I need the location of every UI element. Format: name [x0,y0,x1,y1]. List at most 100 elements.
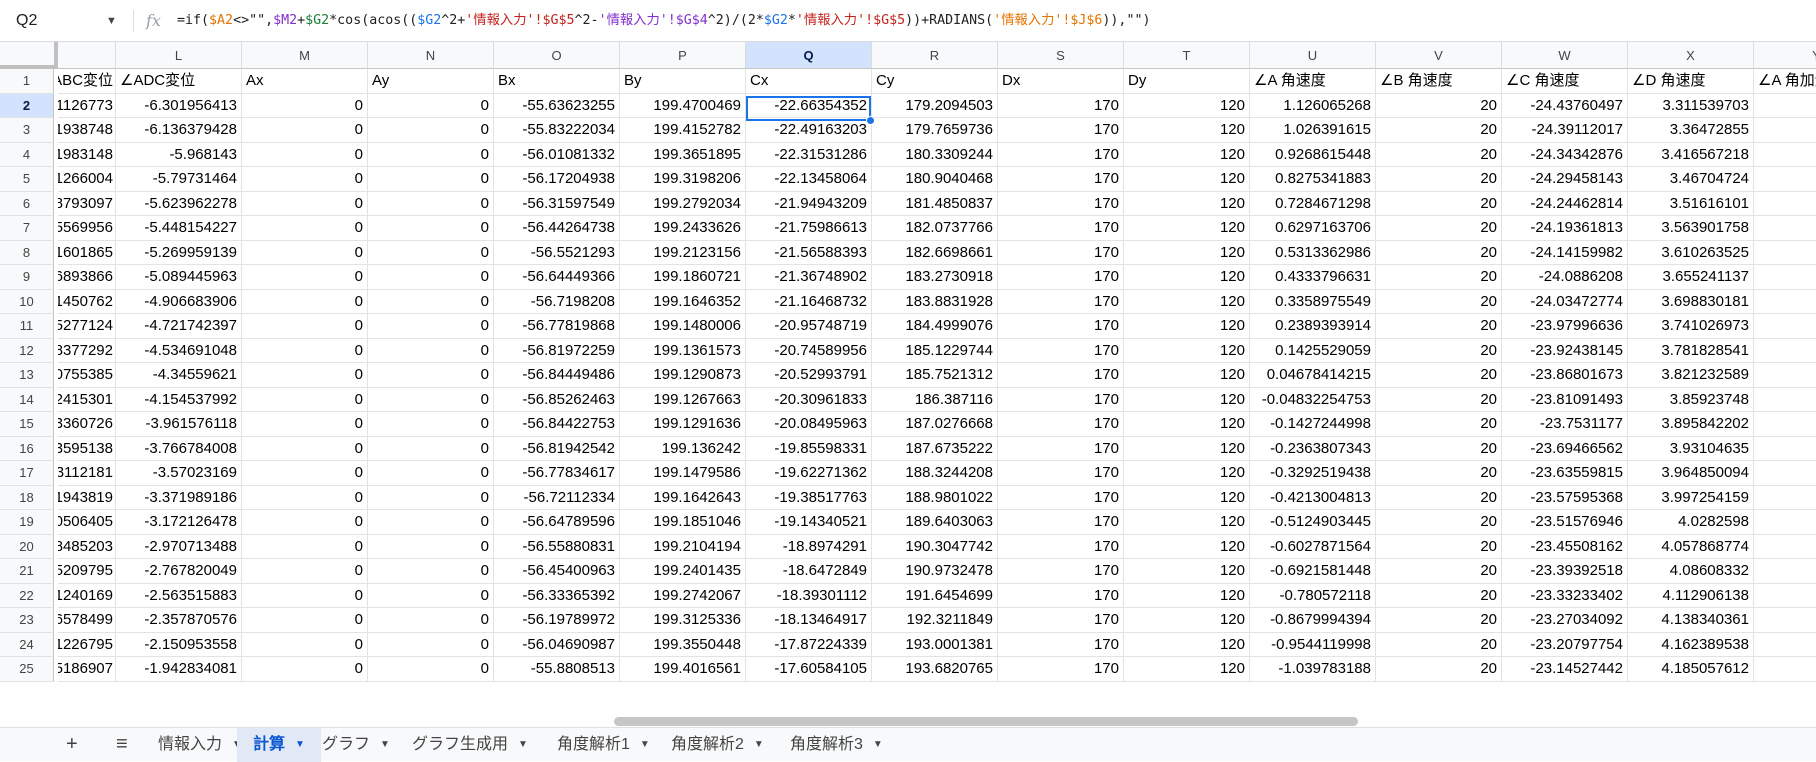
cell[interactable]: -23.51576946 [1502,510,1628,535]
cell[interactable]: 0 [368,534,494,559]
cell[interactable]: 120 [1124,338,1250,363]
cell[interactable]: -2.767820049 [116,559,242,584]
cell[interactable]: -23.69466562 [1502,436,1628,461]
cell[interactable]: 120 [1124,142,1250,167]
cell[interactable]: 3.655241137 [1628,265,1754,290]
cell[interactable]: 20 [1376,387,1502,412]
cell[interactable]: 0 [368,93,494,118]
cell[interactable]: 184.4999076 [872,314,998,339]
cell[interactable]: 20 [1376,657,1502,682]
cell[interactable]: -56.81972259 [494,338,620,363]
cell[interactable]: 186.387116 [872,387,998,412]
row-header[interactable]: 25 [0,657,54,682]
chevron-down-icon[interactable]: ▼ [518,728,528,762]
cell[interactable]: -1.98 [1754,167,1816,192]
cell[interactable]: 0 [368,632,494,657]
cell[interactable]: 3.964850094 [1628,461,1754,486]
row-header[interactable]: 15 [0,412,54,437]
cell[interactable]: 199.1642643 [620,485,746,510]
fill-handle[interactable] [866,116,875,125]
sheet-tab[interactable]: グラフ生成用 ▼ [396,728,544,762]
column-header-Y[interactable]: Y [1754,42,1816,69]
cell[interactable]: -21.75986613 [746,216,872,241]
cell[interactable]: 0.1425529059 [1250,338,1376,363]
cell[interactable]: 20 [1376,142,1502,167]
cell[interactable]: 20 [1376,436,1502,461]
cell[interactable]: 170 [998,412,1124,437]
cell[interactable]: -55.83222034 [494,118,620,143]
row-header[interactable]: 24 [0,632,54,657]
cell[interactable]: 170 [998,265,1124,290]
cell[interactable]: 199.136242 [620,436,746,461]
cell[interactable]: -5.448154227 [116,216,242,241]
chevron-down-icon[interactable]: ▼ [106,9,117,33]
cell[interactable]: 185.7521312 [872,363,998,388]
cell[interactable]: 183.2730918 [872,265,998,290]
cell[interactable]: -1.748 [1754,584,1816,608]
cell[interactable]: 170 [998,93,1124,118]
cell[interactable]: -5.758793097 [58,191,116,216]
row-header[interactable]: 1 [0,69,54,94]
cell[interactable]: 170 [998,338,1124,363]
cell[interactable]: -19.85598331 [746,436,872,461]
cell[interactable]: 0 [242,657,368,682]
cell[interactable]: -21.94943209 [746,191,872,216]
cell[interactable]: -56.77834617 [494,461,620,486]
row-header[interactable]: 3 [0,118,54,143]
row-header[interactable]: 18 [0,485,54,510]
cell[interactable]: 199.2792034 [620,191,746,216]
cell[interactable]: 0 [242,583,368,608]
cell[interactable]: 0.4333796631 [1250,265,1376,290]
row-header[interactable]: 12 [0,338,54,363]
cell[interactable]: -23.63559815 [1502,461,1628,486]
cell[interactable]: 0 [242,118,368,143]
cell[interactable]: 0 [242,387,368,412]
cell[interactable]: -5.089445963 [116,265,242,290]
cell[interactable]: -1.888 [1754,388,1816,412]
cell[interactable]: -0.04832254753 [1250,387,1376,412]
cell[interactable]: 199.1290873 [620,363,746,388]
cell[interactable]: 3.781828541 [1628,338,1754,363]
cell[interactable]: 4.138340361 [1628,608,1754,633]
cell[interactable]: Dy [1124,69,1250,94]
cell[interactable]: 20 [1376,461,1502,486]
cell[interactable]: -1.787 [1754,535,1816,559]
cell[interactable]: -5.391601865 [58,240,116,265]
row-header[interactable]: 8 [0,240,54,265]
cell[interactable]: -23.14527442 [1502,657,1628,682]
sheet-menu-icon[interactable]: ≡ [116,728,128,762]
cell[interactable]: 0 [368,559,494,584]
cell[interactable]: 20 [1376,118,1502,143]
cell[interactable]: -56.84422753 [494,412,620,437]
cell[interactable]: 3.311539703 [1628,93,1754,118]
cell[interactable]: 180.3309244 [872,142,998,167]
cell[interactable]: 0 [368,240,494,265]
cell[interactable]: -5.575569956 [58,216,116,241]
row-header[interactable]: 20 [0,534,54,559]
cell[interactable]: -24.0886208 [1502,265,1628,290]
cell[interactable]: 188.9801022 [872,485,998,510]
cell[interactable]: 120 [1124,240,1250,265]
cell[interactable]: ∠B 角速度 [1376,69,1502,94]
cell[interactable]: -3.703112181 [58,461,116,486]
column-header-X[interactable]: X [1628,42,1754,69]
cell[interactable]: 170 [998,240,1124,265]
cell[interactable]: 199.1291636 [620,412,746,437]
chevron-down-icon[interactable]: ▼ [295,728,305,762]
cell[interactable]: -55.63623255 [494,93,620,118]
cell[interactable]: -2.935209795 [58,559,116,584]
cell[interactable]: -24.14159982 [1502,240,1628,265]
cell[interactable]: -1.98 [1754,143,1816,167]
column-header-S[interactable]: S [998,42,1124,69]
cell[interactable]: -17.60584105 [746,657,872,682]
cell[interactable]: -3.371989186 [116,485,242,510]
cell[interactable]: -24.39112017 [1502,118,1628,143]
cell[interactable]: -56.17204938 [494,167,620,192]
cell[interactable]: -19.38517763 [746,485,872,510]
cell[interactable]: 199.4152782 [620,118,746,143]
cell[interactable]: -20.95748719 [746,314,872,339]
cell[interactable]: 120 [1124,412,1250,437]
cell[interactable]: Dx [998,69,1124,94]
cell[interactable]: 199.1480006 [620,314,746,339]
cell[interactable]: -6.301956413 [116,93,242,118]
